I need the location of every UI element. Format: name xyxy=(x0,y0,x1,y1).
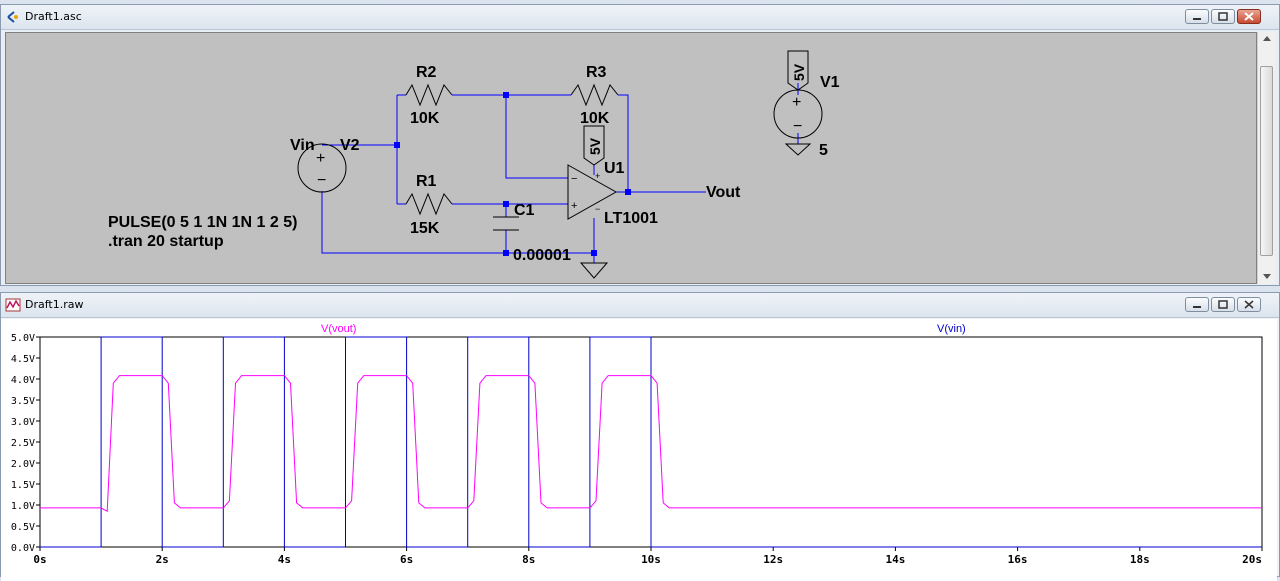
chart-axes xyxy=(36,336,1263,551)
schematic-maximize-button[interactable] xyxy=(1211,9,1235,24)
label-r1-value[interactable]: 15K xyxy=(410,220,440,237)
svg-text:5V: 5V xyxy=(587,137,603,155)
schematic-app-icon xyxy=(7,11,18,23)
x-tick-label: 14s xyxy=(885,553,905,566)
label-c1-value[interactable]: 0.00001 xyxy=(513,247,571,264)
y-tick-label: 5.0V xyxy=(11,333,35,344)
svg-text:−: − xyxy=(571,173,577,185)
label-r2-value[interactable]: 10K xyxy=(410,110,440,127)
y-tick-label: 3.5V xyxy=(11,396,35,407)
svg-text:−: − xyxy=(793,118,802,135)
x-tick-label: 16s xyxy=(1008,553,1028,566)
y-tick-label: 0.0V xyxy=(11,543,35,554)
label-v1-value[interactable]: 5 xyxy=(819,142,828,159)
y-tick-label: 0.5V xyxy=(11,522,35,533)
waveform-chart[interactable]: V(vout) V(vin) 0.0V 0.5V 1.0V 1.5V 2.0V 2.5V 3… xyxy=(1,319,1277,578)
y-tick-label: 2.5V xyxy=(11,438,35,449)
label-r1-name[interactable]: R1 xyxy=(416,173,437,190)
y-tick-labels: 0.0V 0.5V 1.0V 1.5V 2.0V 2.5V 3.0V 3.5V 4.0V 4.5V… xyxy=(11,333,35,554)
scroll-down-arrow-icon xyxy=(1263,274,1271,279)
label-c1-name[interactable]: C1 xyxy=(514,202,535,219)
schematic-titlebar[interactable]: Draft1.asc xyxy=(1,5,1279,30)
y-tick-label: 2.0V xyxy=(11,459,35,470)
x-tick-label: 10s xyxy=(641,553,661,566)
voltage-source-v1[interactable]: + − xyxy=(773,89,823,139)
svg-text:−: − xyxy=(595,204,600,214)
opamp-supply-flag[interactable]: 5V xyxy=(583,125,605,166)
x-tick-label: 4s xyxy=(278,553,291,566)
y-tick-label: 1.0V xyxy=(11,501,35,512)
waveform-plot-pane[interactable]: V(vout) V(vin) 0.0V 0.5V 1.0V 1.5V 2.0V 2.5V 3… xyxy=(1,319,1277,581)
svg-text:+: + xyxy=(595,171,600,181)
chart-traces xyxy=(40,336,1262,548)
plot-titlebar[interactable]: Draft1.raw xyxy=(1,293,1279,318)
plot-window-title: Draft1.raw xyxy=(25,298,84,311)
y-tick-label: 3.0V xyxy=(11,417,35,428)
x-tick-label: 6s xyxy=(400,553,413,566)
y-tick-label: 4.0V xyxy=(11,375,35,386)
schematic-minimize-button[interactable] xyxy=(1185,9,1209,24)
x-tick-label: 20s xyxy=(1242,553,1262,566)
x-tick-label: 8s xyxy=(522,553,535,566)
y-tick-label: 4.5V xyxy=(11,354,35,365)
svg-text:5V: 5V xyxy=(791,63,807,81)
plot-window: Draft1.raw V(vout) V(vin) 0.0V 0.5V 1.0V 1.… xyxy=(0,292,1280,581)
label-v2[interactable]: V2 xyxy=(340,137,360,154)
svg-text:−: − xyxy=(317,172,326,189)
x-tick-label: 18s xyxy=(1130,553,1150,566)
schematic-canvas[interactable]: − + + − 5V + − + − 5V Vin V2 R2 10K R3 1… xyxy=(5,32,1257,284)
scroll-up-arrow-icon xyxy=(1263,36,1271,41)
y-tick-label: 1.5V xyxy=(11,480,35,491)
svg-text:+: + xyxy=(316,150,325,167)
label-r2-name[interactable]: R2 xyxy=(416,64,437,81)
label-u1-model[interactable]: LT1001 xyxy=(604,210,658,227)
trace-label-vin[interactable]: V(vin) xyxy=(937,323,966,335)
schematic-window: Draft1.asc − + + − 5V + − + − 5V Vin V2 … xyxy=(0,4,1280,286)
label-r3-name[interactable]: R3 xyxy=(586,64,607,81)
label-r3-value[interactable]: 10K xyxy=(580,110,610,127)
label-vin[interactable]: Vin xyxy=(290,137,315,154)
schematic-window-title: Draft1.asc xyxy=(25,10,82,23)
x-tick-labels: 0s 2s 4s 6s 8s 10s 12s 14s 16s 18s 20s xyxy=(33,553,1262,566)
label-v1-name[interactable]: V1 xyxy=(820,74,840,91)
schematic-close-button[interactable] xyxy=(1237,9,1261,24)
x-tick-label: 0s xyxy=(33,553,46,566)
schematic-wires xyxy=(321,83,799,263)
tran-directive[interactable]: .tran 20 startup xyxy=(108,233,224,250)
plot-maximize-button[interactable] xyxy=(1211,297,1235,312)
trace-vin[interactable] xyxy=(40,336,1262,548)
svg-text:+: + xyxy=(792,94,801,111)
waveform-app-icon xyxy=(5,298,21,312)
trace-label-vout[interactable]: V(vout) xyxy=(321,323,356,335)
label-u1-name[interactable]: U1 xyxy=(604,160,625,177)
pulse-directive[interactable]: PULSE(0 5 1 1N 1N 1 2 5) xyxy=(108,214,297,231)
x-tick-label: 12s xyxy=(763,553,783,566)
label-vout[interactable]: Vout xyxy=(706,184,741,201)
schematic-scroll-thumb[interactable] xyxy=(1260,66,1273,256)
schematic-vertical-scrollbar[interactable] xyxy=(1257,32,1275,284)
x-tick-label: 2s xyxy=(156,553,169,566)
plot-minimize-button[interactable] xyxy=(1185,297,1209,312)
plot-close-button[interactable] xyxy=(1237,297,1261,312)
svg-text:+: + xyxy=(571,200,577,212)
